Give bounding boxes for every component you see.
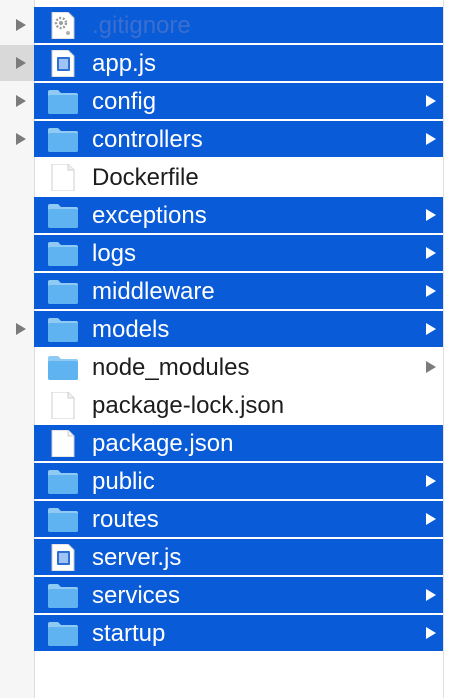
file-row-config[interactable]: config [0, 82, 474, 120]
file-name: package.json [92, 430, 234, 457]
file-name: public [92, 468, 155, 495]
file-name: Dockerfile [92, 164, 199, 191]
file-row-server-js[interactable]: server.js [0, 538, 474, 576]
folder-icon [47, 88, 79, 115]
js-file-icon [47, 543, 79, 572]
folder-disclosure-icon[interactable] [426, 209, 436, 221]
file-name: config [92, 88, 157, 115]
file-row-logs[interactable]: logs [0, 234, 474, 272]
gutter-cell [0, 7, 34, 43]
file-name: logs [92, 240, 137, 267]
gear-file-icon [47, 11, 79, 40]
doc-file-icon [47, 391, 79, 420]
file-name: startup [92, 620, 166, 647]
gutter-cell [0, 273, 34, 309]
gutter-cell [0, 615, 34, 651]
folder-disclosure-icon[interactable] [426, 361, 436, 373]
folder-disclosure-icon[interactable] [426, 589, 436, 601]
file-name: server.js [92, 544, 182, 571]
gutter-cell [0, 311, 34, 347]
collapsed-disclosure-icon[interactable] [16, 133, 26, 145]
file-name: package-lock.json [92, 392, 285, 419]
folder-icon [47, 316, 79, 343]
folder-icon [47, 278, 79, 305]
file-name: middleware [92, 278, 215, 305]
gutter-cell [0, 539, 34, 575]
file-row-app-js[interactable]: app.js [0, 44, 474, 82]
file-row-middleware[interactable]: middleware [0, 272, 474, 310]
gutter-cell [0, 121, 34, 157]
js-file-icon [47, 49, 79, 78]
collapsed-disclosure-icon[interactable] [16, 323, 26, 335]
folder-icon [47, 240, 79, 267]
file-row-startup[interactable]: startup [0, 614, 474, 652]
gutter-cell [0, 577, 34, 613]
doc-file-icon [47, 429, 79, 458]
file-name: services [92, 582, 181, 609]
folder-icon [47, 582, 79, 609]
collapsed-disclosure-icon[interactable] [16, 57, 26, 69]
file-row-exceptions[interactable]: exceptions [0, 196, 474, 234]
file-row-public[interactable]: public [0, 462, 474, 500]
file-name: node_modules [92, 354, 250, 381]
folder-disclosure-icon[interactable] [426, 627, 436, 639]
gutter-cell [0, 197, 34, 233]
folder-icon [47, 506, 79, 533]
gutter-cell [0, 159, 34, 195]
file-name: routes [92, 506, 159, 533]
file-list: .gitignore app.js config controllers Dockerf… [0, 6, 474, 652]
file-name: exceptions [92, 202, 207, 229]
folder-disclosure-icon[interactable] [426, 513, 436, 525]
file-row-package-json[interactable]: package.json [0, 424, 474, 462]
gutter-cell [0, 235, 34, 271]
file-row-node-modules[interactable]: node_modules [0, 348, 474, 386]
file-row-models[interactable]: models [0, 310, 474, 348]
finder-column-view: .gitignore app.js config controllers Dockerf… [0, 0, 474, 698]
file-row-gitignore[interactable]: .gitignore [0, 6, 474, 44]
gutter-cell [0, 501, 34, 537]
collapsed-disclosure-icon[interactable] [16, 19, 26, 31]
folder-disclosure-icon[interactable] [426, 323, 436, 335]
folder-disclosure-icon[interactable] [426, 247, 436, 259]
folder-icon [47, 202, 79, 229]
gutter-cell [0, 387, 34, 423]
doc-file-icon [47, 163, 79, 192]
file-row-routes[interactable]: routes [0, 500, 474, 538]
gutter-cell [0, 83, 34, 119]
folder-disclosure-icon[interactable] [426, 95, 436, 107]
file-row-package-lock-json[interactable]: package-lock.json [0, 386, 474, 424]
gutter-cell [0, 463, 34, 499]
gutter-cell [0, 349, 34, 385]
collapsed-disclosure-icon[interactable] [16, 95, 26, 107]
folder-icon [47, 468, 79, 495]
file-row-services[interactable]: services [0, 576, 474, 614]
file-name: models [92, 316, 170, 343]
folder-disclosure-icon[interactable] [426, 133, 436, 145]
file-name: .gitignore [92, 12, 191, 39]
file-name: app.js [92, 50, 157, 77]
folder-disclosure-icon[interactable] [426, 285, 436, 297]
file-row-dockerfile[interactable]: Dockerfile [0, 158, 474, 196]
folder-disclosure-icon[interactable] [426, 475, 436, 487]
folder-icon [47, 126, 79, 153]
gutter-cell [0, 45, 34, 81]
folder-icon [47, 354, 79, 381]
file-name: controllers [92, 126, 203, 153]
file-row-controllers[interactable]: controllers [0, 120, 474, 158]
gutter-cell [0, 425, 34, 461]
folder-icon [47, 620, 79, 647]
